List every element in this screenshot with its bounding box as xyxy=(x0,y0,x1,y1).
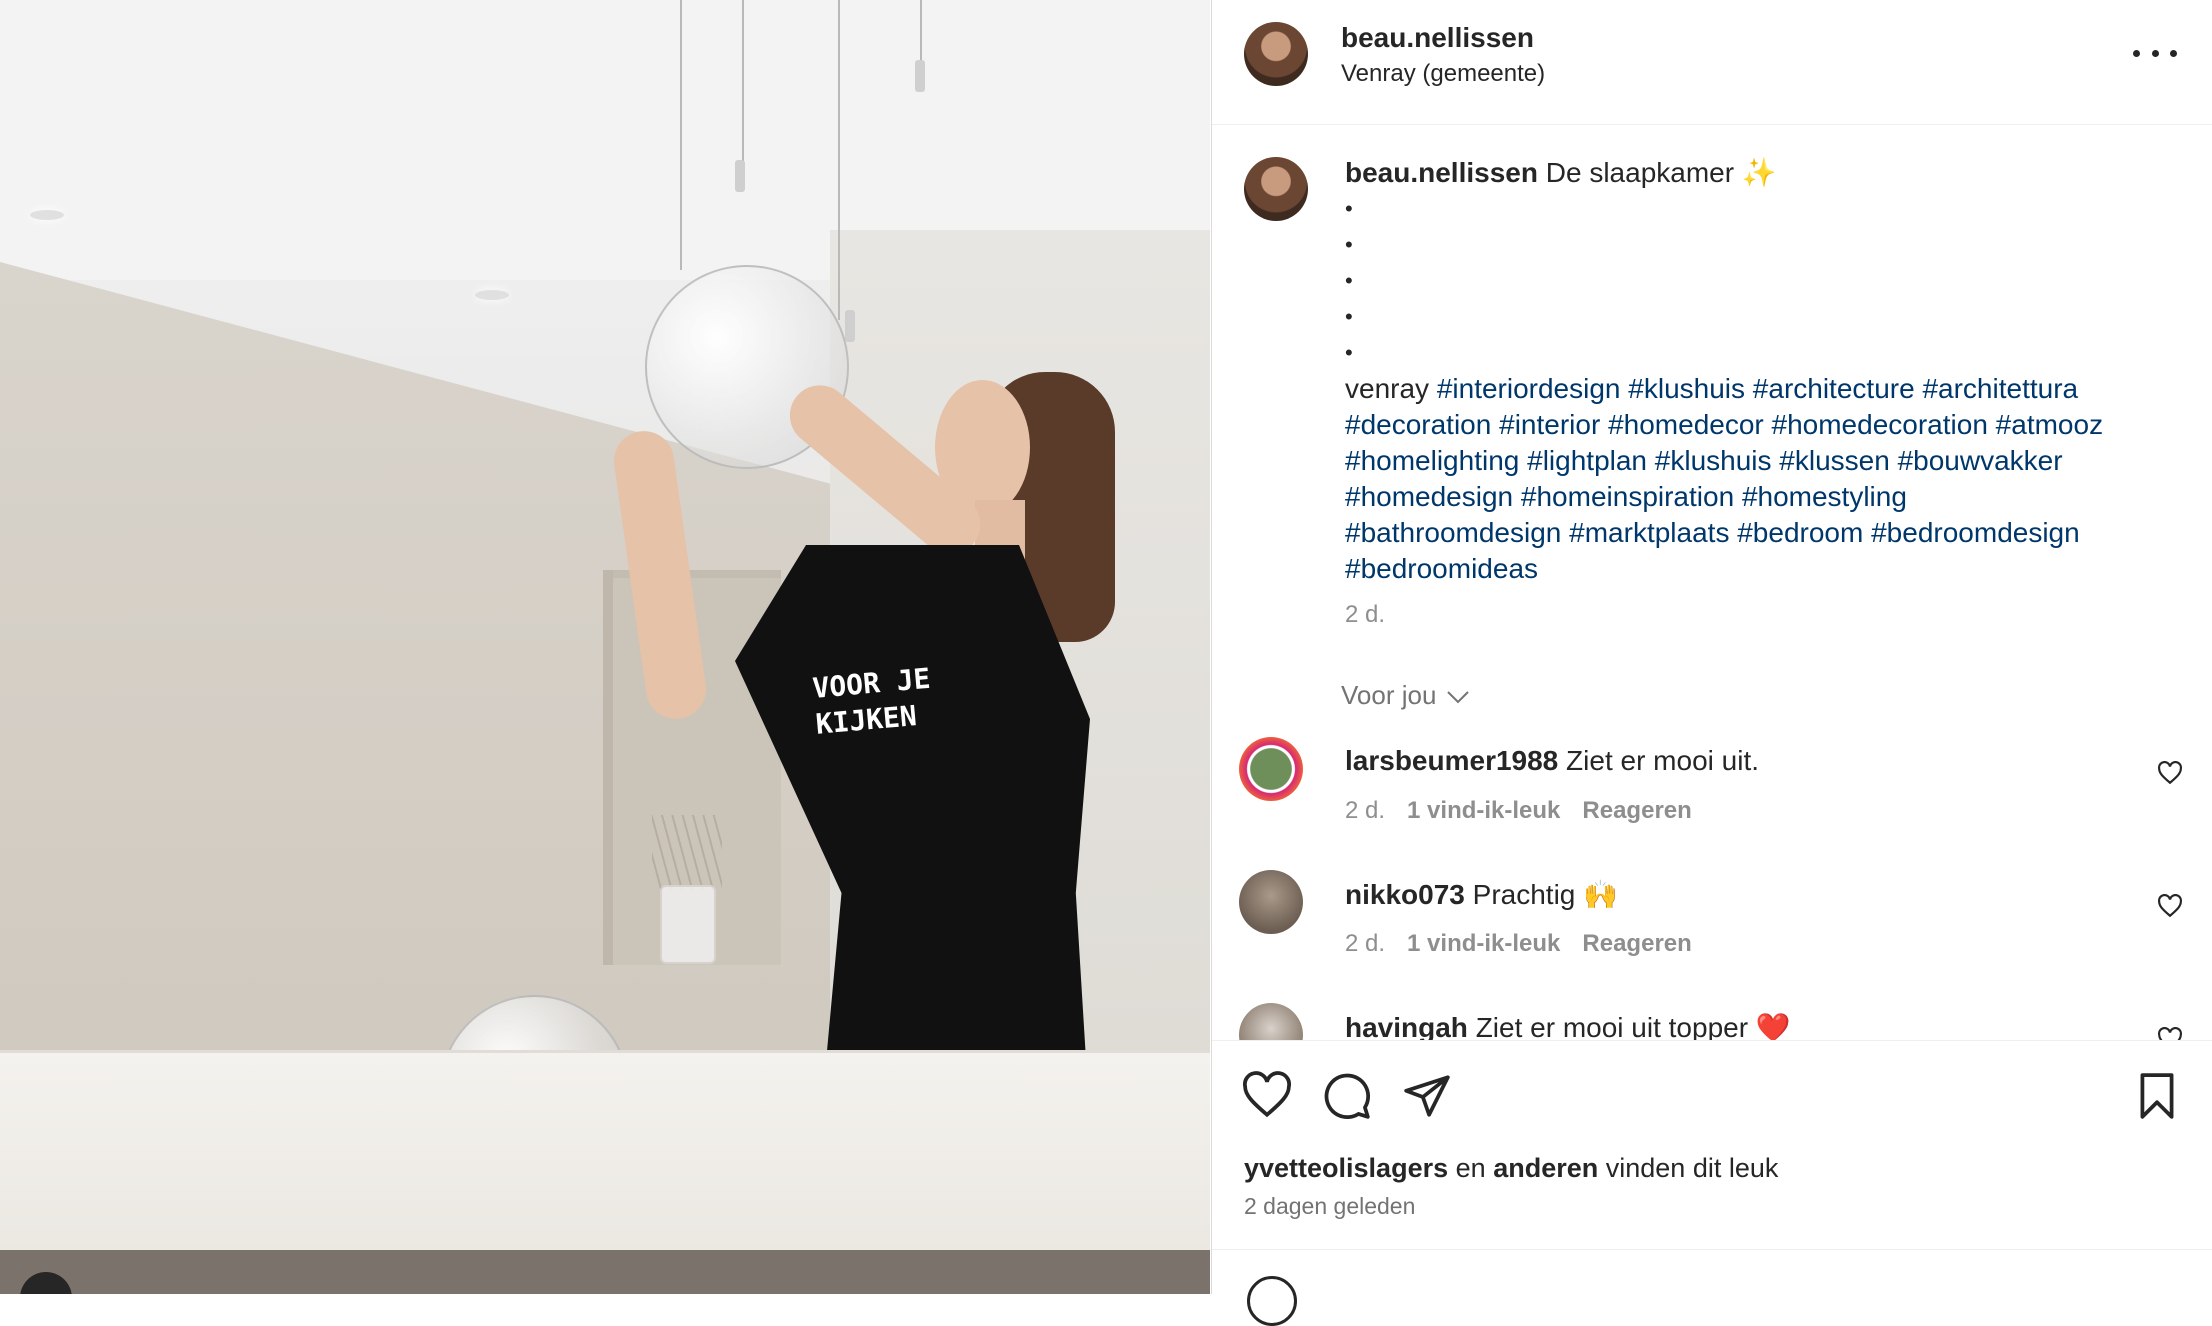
pendant-wire xyxy=(742,0,744,165)
header-username[interactable]: beau.nellissen xyxy=(1341,22,1534,54)
comment-body: Prachtig 🙌 xyxy=(1472,879,1618,910)
hashtag-link[interactable]: #bedroom xyxy=(1737,517,1863,548)
comment-likes[interactable]: 1 vind-ik-leuk xyxy=(1407,797,1560,825)
comment-text: larsbeumer1988 Ziet er mooi uit. xyxy=(1345,745,1759,777)
avatar[interactable] xyxy=(1244,22,1308,86)
comment-likes[interactable]: 1 vind-ik-leuk xyxy=(1407,930,1560,958)
hashtag-link[interactable]: #homelighting xyxy=(1345,445,1519,476)
header-location[interactable]: Venray (gemeente) xyxy=(1341,60,1545,88)
comment-item: nikko073 Prachtig 🙌 2 d. 1 vind-ik-leuk … xyxy=(1212,870,2212,1000)
hashtag-link[interactable]: #bedroomideas xyxy=(1345,553,1538,584)
comment-text: havingah Ziet er mooi uit topper ❤️ xyxy=(1345,1011,1791,1040)
caption-hashtags: venray #interiordesign #klushuis #archit… xyxy=(1345,371,2165,587)
heart-icon[interactable] xyxy=(1242,1071,1292,1121)
bed xyxy=(0,1050,1210,1253)
hashtag-link[interactable]: #homestyling xyxy=(1742,481,1907,512)
pendant-wire xyxy=(680,0,682,270)
likes-connector: en xyxy=(1455,1153,1486,1183)
likes-suffix: vinden dit leuk xyxy=(1605,1153,1779,1183)
dress-print: VOOR JE KIJKEN xyxy=(811,659,954,765)
hashtag-link[interactable]: #interiordesign xyxy=(1437,373,1621,404)
hashtag-link[interactable]: #marktplaats xyxy=(1569,517,1729,548)
reply-button[interactable]: Reageren xyxy=(1582,797,1691,825)
pendant-wire xyxy=(838,0,840,320)
post-date[interactable]: 2 dagen geleden xyxy=(1244,1193,1415,1220)
likes-summary: yvetteolislagers en anderen vinden dit l… xyxy=(1244,1153,1778,1184)
sort-dropdown[interactable]: Voor jou xyxy=(1341,680,1470,711)
hashtag-link[interactable]: #atmooz xyxy=(1996,409,2103,440)
pendant-bulb xyxy=(735,160,745,192)
hashtag-link[interactable]: #architecture xyxy=(1753,373,1915,404)
comment-input-bar[interactable] xyxy=(1212,1249,2212,1326)
comment-body: Ziet er mooi uit. xyxy=(1566,745,1759,776)
hashtag-link[interactable]: #homedecoration xyxy=(1772,409,1988,440)
comment-meta: 2 d. 1 vind-ik-leuk Reageren xyxy=(1345,797,1692,825)
more-icon[interactable] xyxy=(2133,38,2177,68)
hashtag-link[interactable]: #bathroomdesign xyxy=(1345,517,1561,548)
ceiling-spotlight xyxy=(475,290,509,300)
heart-icon[interactable] xyxy=(2157,760,2183,790)
diffuser-bottle xyxy=(660,885,716,964)
caption-bullet xyxy=(1345,263,2165,299)
pendant-wire xyxy=(920,0,922,60)
comment-body: Ziet er mooi uit topper ❤️ xyxy=(1475,1012,1791,1040)
post-header: beau.nellissen Venray (gemeente) xyxy=(1212,0,2212,125)
post-media[interactable]: VOOR JE KIJKEN xyxy=(0,0,1210,1294)
hashtag-link[interactable]: #decoration xyxy=(1345,409,1491,440)
heart-icon[interactable] xyxy=(2157,1026,2183,1040)
caption: beau.nellissen De slaapkamer ✨ venray #i… xyxy=(1345,155,2165,633)
caption-bullet xyxy=(1345,227,2165,263)
comment-icon[interactable] xyxy=(1322,1071,1372,1121)
bed-frame xyxy=(0,1250,1210,1294)
comment-username[interactable]: havingah xyxy=(1345,1012,1468,1040)
caption-time[interactable]: 2 d. xyxy=(1345,597,2165,633)
hashtag-link[interactable]: #klushuis xyxy=(1628,373,1745,404)
hashtag-link[interactable]: #klushuis xyxy=(1655,445,1772,476)
likes-others[interactable]: anderen xyxy=(1493,1153,1598,1183)
comment-meta: 2 d. 1 vind-ik-leuk Reageren xyxy=(1345,930,1692,958)
hashtag-link[interactable]: #lightplan xyxy=(1527,445,1647,476)
caption-bullet xyxy=(1345,299,2165,335)
comment-text: nikko073 Prachtig 🙌 xyxy=(1345,878,1618,911)
caption-lead-word: venray xyxy=(1345,373,1430,404)
chevron-down-icon xyxy=(1446,680,1470,711)
comment-username[interactable]: larsbeumer1988 xyxy=(1345,745,1558,776)
share-icon[interactable] xyxy=(1402,1071,1452,1121)
comment-item: larsbeumer1988 Ziet er mooi uit. 2 d. 1 … xyxy=(1212,737,2212,867)
comment-time[interactable]: 2 d. xyxy=(1345,930,1385,958)
pendant-bulb xyxy=(915,60,925,92)
diffuser-sticks xyxy=(652,815,722,890)
likes-user[interactable]: yvetteolislagers xyxy=(1244,1153,1448,1183)
avatar[interactable] xyxy=(1239,1003,1303,1040)
hashtag-link[interactable]: #homeinspiration xyxy=(1521,481,1734,512)
caption-bullet xyxy=(1345,335,2165,371)
comment-username[interactable]: nikko073 xyxy=(1345,879,1465,910)
avatar[interactable] xyxy=(1239,870,1303,934)
caption-bullet xyxy=(1345,191,2165,227)
hashtag-link[interactable]: #bouwvakker xyxy=(1898,445,2063,476)
caption-username[interactable]: beau.nellissen xyxy=(1345,157,1538,188)
sort-label: Voor jou xyxy=(1341,680,1437,710)
reply-button[interactable]: Reageren xyxy=(1582,930,1691,958)
hashtag-link[interactable]: #interior xyxy=(1499,409,1600,440)
post-panel: beau.nellissen Venray (gemeente) beau.ne… xyxy=(1211,0,2212,1326)
hashtag-link[interactable]: #bedroomdesign xyxy=(1871,517,2080,548)
comment-time[interactable]: 2 d. xyxy=(1345,797,1385,825)
comment-item: havingah Ziet er mooi uit topper ❤️ xyxy=(1212,1003,2212,1040)
heart-icon[interactable] xyxy=(2157,893,2183,923)
caption-bullets xyxy=(1345,191,2165,371)
bookmark-icon[interactable] xyxy=(2132,1071,2182,1121)
hashtag-link[interactable]: #homedecor xyxy=(1608,409,1764,440)
hashtag-link[interactable]: #klussen xyxy=(1779,445,1890,476)
ceiling-spotlight xyxy=(30,210,64,220)
action-bar: yvetteolislagers en anderen vinden dit l… xyxy=(1212,1040,2212,1326)
caption-title: De slaapkamer ✨ xyxy=(1545,157,1777,188)
emoji-icon[interactable] xyxy=(1247,1276,1297,1326)
avatar[interactable] xyxy=(1244,157,1308,221)
hashtag-link[interactable]: #architettura xyxy=(1922,373,2078,404)
pendant-bulb xyxy=(845,310,855,342)
hashtag-link[interactable]: #homedesign xyxy=(1345,481,1513,512)
comments-scroll-area[interactable]: beau.nellissen De slaapkamer ✨ venray #i… xyxy=(1212,125,2212,1040)
avatar[interactable] xyxy=(1239,737,1303,801)
